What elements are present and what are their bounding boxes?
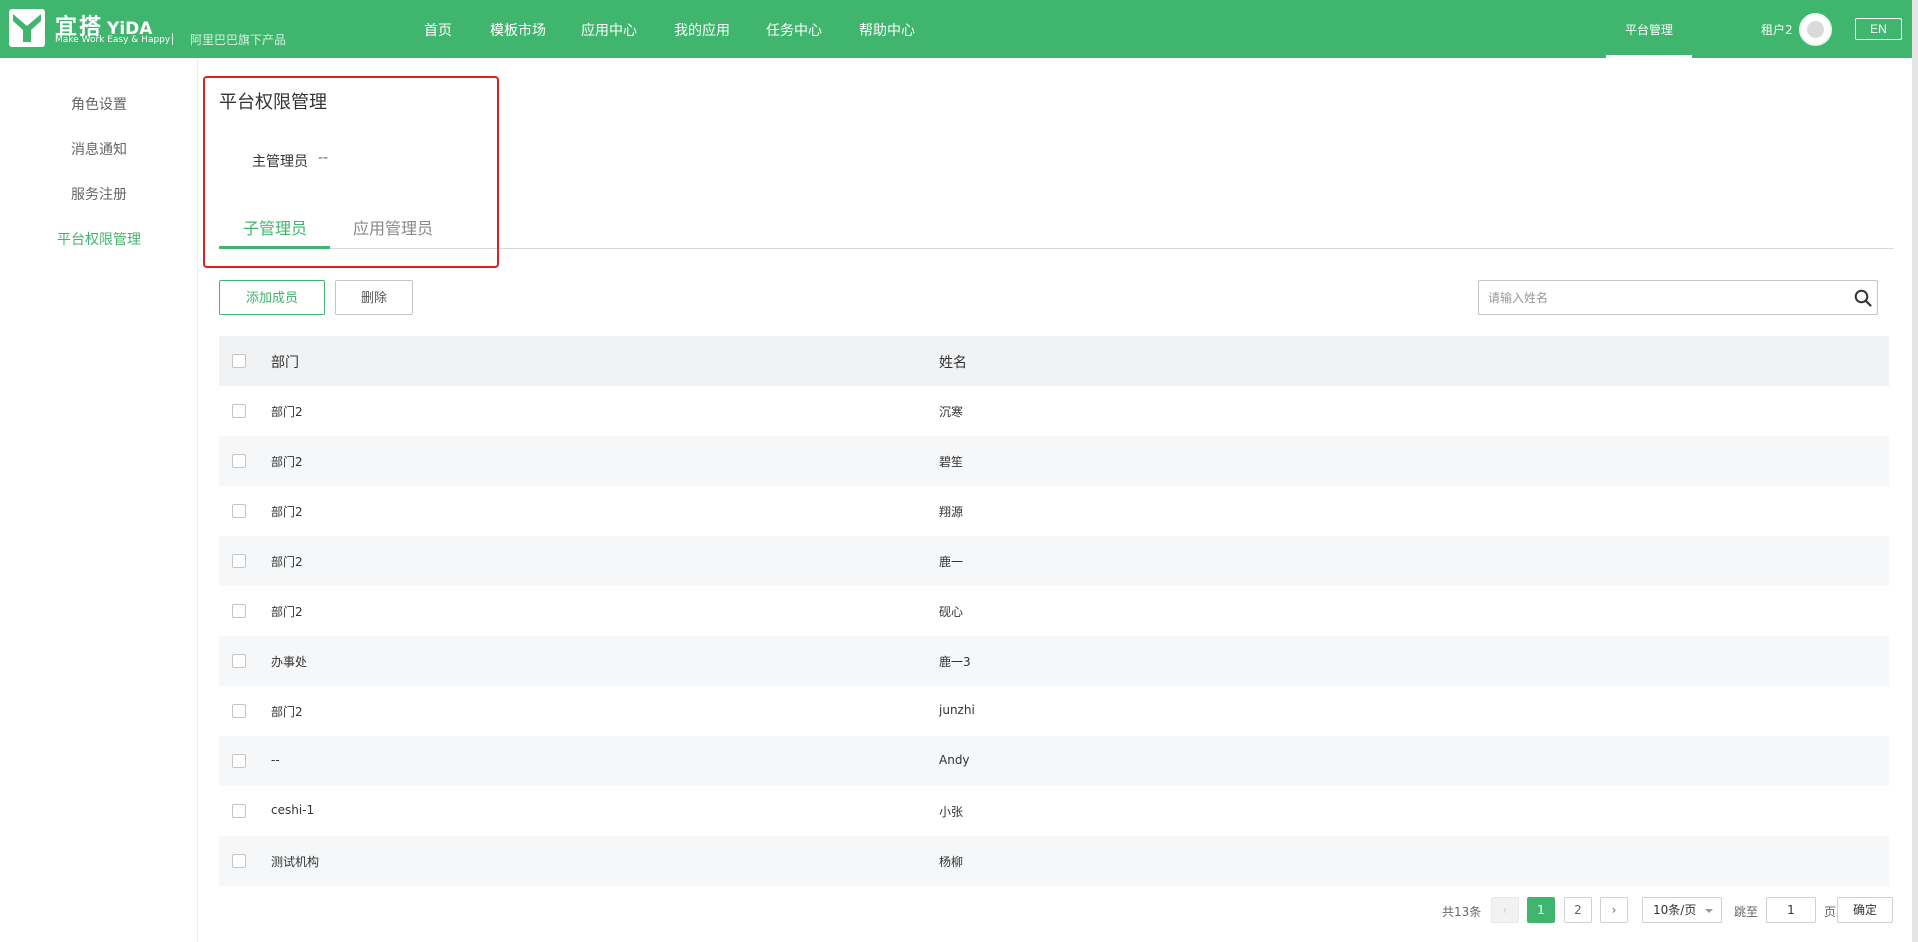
row-checkbox[interactable] [232,854,246,868]
nav-app-center[interactable]: 应用中心 [581,20,637,40]
pagination-confirm-button[interactable]: 确定 [1837,897,1893,923]
column-header-dept: 部门 [271,355,299,371]
table-row: 测试机构 杨柳 [219,836,1889,886]
delete-button[interactable]: 删除 [335,280,413,315]
sidebar: 角色设置 消息通知 服务注册 平台权限管理 [0,58,198,942]
cell-name: 沉寒 [939,405,964,419]
search-box [1478,280,1878,315]
pagination-page-unit: 页 [1824,905,1837,919]
search-icon[interactable] [1853,288,1873,308]
cell-dept: 部门2 [271,455,303,469]
tenant-name[interactable]: 租户2 [1761,21,1793,38]
nav-my-apps[interactable]: 我的应用 [674,20,730,40]
language-toggle-button[interactable]: EN [1855,18,1902,40]
nav-task-center[interactable]: 任务中心 [766,20,822,40]
pagination-jump-label: 跳至 [1734,905,1759,919]
table-row: 部门2 砚心 [219,586,1889,636]
table-row: -- Andy [219,736,1889,786]
cell-name: junzhi [939,703,975,717]
table-row: 部门2 鹿一 [219,536,1889,586]
cell-name: 砚心 [939,605,964,619]
yida-logo-icon[interactable] [9,9,45,47]
row-checkbox[interactable] [232,504,246,518]
search-input[interactable] [1479,281,1839,314]
top-header: 宜搭 YiDA Make Work Easy & Happy 阿里巴巴旗下产品 首… [0,0,1918,58]
page-scrollbar[interactable] [1912,0,1918,942]
column-header-name: 姓名 [939,355,967,371]
table-row: 部门2 沉寒 [219,386,1889,436]
row-checkbox[interactable] [232,454,246,468]
sidebar-item-platform-permissions[interactable]: 平台权限管理 [0,229,198,249]
cell-dept: 部门2 [271,705,303,719]
logo-divider [172,33,173,45]
cell-dept: 部门2 [271,555,303,569]
table-row: ceshi-1 小张 [219,786,1889,836]
sidebar-item-service-registry[interactable]: 服务注册 [0,184,198,204]
members-table: 部门 姓名 部门2 沉寒 部门2 碧笙 部门2 翔源 部门2 鹿一 部门2 砚心… [219,336,1889,886]
row-checkbox[interactable] [232,604,246,618]
page-size-value: 10条/页 [1653,903,1697,917]
highlight-annotation [203,76,499,268]
cell-dept: 部门2 [271,405,303,419]
cell-name: 碧笙 [939,455,964,469]
add-member-button[interactable]: 添加成员 [219,280,325,315]
logo-tagline: Make Work Easy & Happy [55,35,171,45]
pagination-page-1[interactable]: 1 [1527,897,1555,923]
cell-name: 杨柳 [939,855,964,869]
cell-dept: 测试机构 [271,855,320,869]
row-checkbox[interactable] [232,404,246,418]
table-row: 部门2 碧笙 [219,436,1889,486]
pagination-page-2[interactable]: 2 [1564,897,1592,923]
pagination-total: 共13条 [1442,905,1482,919]
nav-template-market[interactable]: 模板市场 [490,20,546,40]
page-size-select[interactable]: 10条/页 [1642,897,1722,923]
table-row: 部门2 junzhi [219,686,1889,736]
chevron-down-icon [1705,909,1713,913]
table-header: 部门 姓名 [219,336,1889,386]
avatar[interactable] [1799,13,1832,46]
pagination-next-button[interactable]: › [1600,897,1628,923]
row-checkbox[interactable] [232,554,246,568]
cell-dept: 部门2 [271,505,303,519]
pagination-jump-input[interactable]: 1 [1766,897,1816,923]
cell-dept: ceshi-1 [271,803,315,817]
cell-dept: 部门2 [271,605,303,619]
cell-name: 鹿一3 [939,655,971,669]
pagination-prev-button[interactable]: ‹ [1491,897,1519,923]
row-checkbox[interactable] [232,754,246,768]
table-row: 部门2 翔源 [219,486,1889,536]
nav-platform-admin[interactable]: 平台管理 [1606,0,1692,58]
nav-platform-admin-label: 平台管理 [1624,23,1673,37]
row-checkbox[interactable] [232,704,246,718]
logo-subtitle: 阿里巴巴旗下产品 [190,33,287,47]
cell-name: Andy [939,753,970,767]
cell-name: 鹿一 [939,555,964,569]
cell-name: 小张 [939,805,964,819]
nav-home[interactable]: 首页 [424,20,452,40]
cell-dept: 办事处 [271,655,308,669]
nav-active-underline [1606,55,1692,58]
sidebar-item-role-settings[interactable]: 角色设置 [0,94,198,114]
table-row: 办事处 鹿一3 [219,636,1889,686]
select-all-checkbox[interactable] [232,354,246,368]
row-checkbox[interactable] [232,654,246,668]
sidebar-item-notifications[interactable]: 消息通知 [0,139,198,159]
cell-name: 翔源 [939,505,964,519]
nav-help-center[interactable]: 帮助中心 [859,20,915,40]
row-checkbox[interactable] [232,804,246,818]
cell-dept: -- [271,753,280,767]
